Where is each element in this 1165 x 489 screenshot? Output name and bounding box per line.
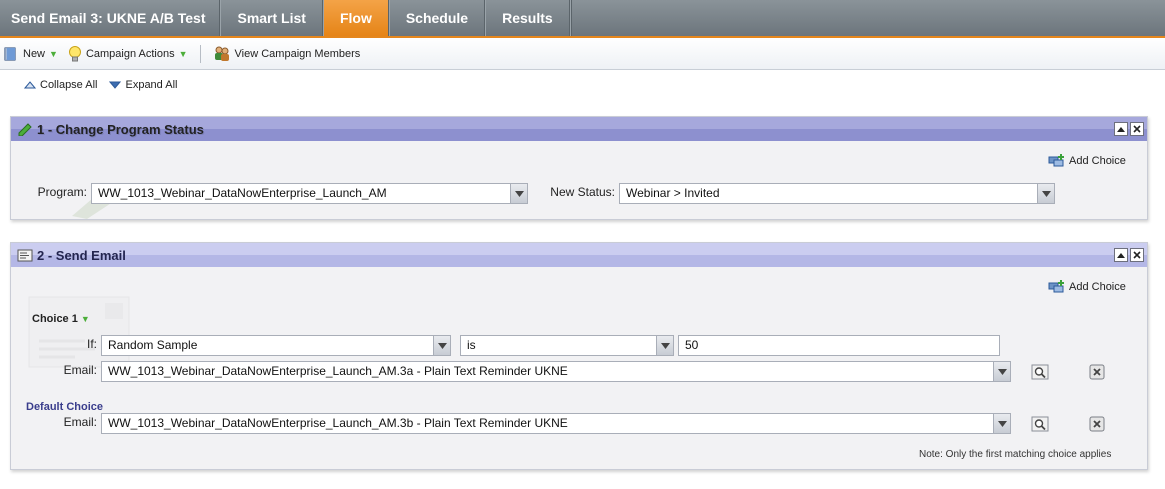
add-choice-label: Add Choice bbox=[1069, 281, 1126, 293]
step-body: Add Choice Choice 1 ▼ If: Random Sample … bbox=[11, 267, 1147, 469]
preview-email-icon[interactable] bbox=[1031, 416, 1049, 432]
collapse-arrow-icon bbox=[24, 81, 36, 89]
choice-1-label: Choice 1 bbox=[32, 313, 78, 325]
sample-percent-input[interactable]: 50 bbox=[678, 335, 1000, 356]
add-choice-button[interactable]: Add Choice bbox=[1048, 280, 1126, 294]
toolbar-divider bbox=[199, 44, 201, 63]
close-icon bbox=[1133, 251, 1141, 259]
move-up-button[interactable] bbox=[1114, 248, 1128, 262]
if-field-select[interactable]: Random Sample bbox=[101, 335, 451, 356]
program-value: WW_1013_Webinar_DataNowEnterprise_Launch… bbox=[98, 186, 387, 200]
new-status-select[interactable]: Webinar > Invited bbox=[619, 183, 1055, 204]
view-campaign-members-button[interactable]: View Campaign Members bbox=[213, 46, 361, 62]
tab-campaign-name[interactable]: Send Email 3: UKNE A/B Test bbox=[0, 0, 221, 36]
choice-1-toggle[interactable]: Choice 1 ▼ bbox=[32, 313, 90, 325]
add-choice-label: Add Choice bbox=[1069, 155, 1126, 167]
step-title: 2 - Send Email bbox=[37, 247, 126, 263]
tab-smart-list[interactable]: Smart List bbox=[220, 0, 323, 36]
step-header-buttons bbox=[1112, 122, 1144, 136]
close-icon bbox=[1133, 125, 1141, 133]
chevron-down-icon bbox=[993, 362, 1010, 381]
book-icon bbox=[4, 47, 16, 60]
flow-step-send-email: 2 - Send Email Add Choice Choice 1 ▼ If:… bbox=[10, 242, 1148, 470]
chevron-down-icon bbox=[656, 336, 673, 355]
members-icon bbox=[214, 46, 229, 61]
caret-up-icon bbox=[1117, 253, 1125, 258]
step-header-buttons bbox=[1112, 248, 1144, 262]
step-header: 1 - Change Program Status bbox=[11, 117, 1147, 141]
tab-bar: Send Email 3: UKNE A/B Test Smart List F… bbox=[0, 0, 1165, 38]
program-label: Program: bbox=[37, 185, 87, 199]
expand-all-label: Expand All bbox=[125, 79, 178, 91]
chevron-down-icon: ▼ bbox=[49, 48, 58, 59]
chevron-down-icon bbox=[433, 336, 450, 355]
email-label: Email: bbox=[63, 363, 97, 377]
delete-step-button[interactable] bbox=[1130, 248, 1144, 262]
lightbulb-icon bbox=[68, 45, 81, 61]
tab-flow[interactable]: Flow bbox=[322, 0, 389, 36]
preview-email-icon[interactable] bbox=[1031, 364, 1049, 380]
toolbar: New ▼ Campaign Actions ▼ View Campaign M… bbox=[0, 38, 1165, 70]
email-icon bbox=[17, 249, 33, 261]
step-body: Add Choice Program: WW_1013_Webinar_Data… bbox=[11, 141, 1147, 219]
delete-step-button[interactable] bbox=[1130, 122, 1144, 136]
move-up-button[interactable] bbox=[1114, 122, 1128, 136]
choice-1-email-value: WW_1013_Webinar_DataNowEnterprise_Launch… bbox=[108, 364, 568, 378]
collapse-all-label: Collapse All bbox=[40, 79, 98, 91]
remove-choice-icon[interactable] bbox=[1088, 416, 1106, 432]
matching-choice-note: Note: Only the first matching choice app… bbox=[919, 449, 1112, 460]
chevron-down-icon: ▼ bbox=[178, 48, 188, 59]
new-menu-button[interactable]: New ▼ bbox=[3, 46, 58, 62]
campaign-actions-label: Campaign Actions bbox=[85, 47, 175, 60]
view-campaign-members-label: View Campaign Members bbox=[234, 47, 361, 60]
program-select[interactable]: WW_1013_Webinar_DataNowEnterprise_Launch… bbox=[91, 183, 528, 204]
chevron-down-icon bbox=[1037, 184, 1054, 203]
tab-bar-end bbox=[569, 0, 572, 36]
expand-all-button[interactable]: Expand All bbox=[109, 79, 177, 91]
chevron-down-icon: ▼ bbox=[80, 314, 90, 324]
collapse-expand-bar: Collapse All Expand All bbox=[24, 79, 189, 91]
email-watermark-icon bbox=[28, 296, 130, 368]
new-status-value: Webinar > Invited bbox=[626, 186, 720, 200]
step-header: 2 - Send Email bbox=[11, 243, 1147, 267]
chevron-down-icon bbox=[993, 414, 1010, 433]
campaign-actions-button[interactable]: Campaign Actions ▼ bbox=[68, 45, 188, 63]
step-title: 1 - Change Program Status bbox=[37, 121, 204, 137]
default-email-label: Email: bbox=[63, 415, 97, 429]
if-label: If: bbox=[86, 337, 97, 351]
new-status-label: New Status: bbox=[550, 185, 615, 199]
flow-step-change-program-status: 1 - Change Program Status Add Choice Pro… bbox=[10, 116, 1148, 220]
operator-select[interactable]: is bbox=[460, 335, 674, 356]
default-choice-label: Default Choice bbox=[26, 401, 104, 413]
default-email-value: WW_1013_Webinar_DataNowEnterprise_Launch… bbox=[108, 416, 568, 430]
tab-results[interactable]: Results bbox=[485, 0, 570, 36]
new-label: New bbox=[23, 47, 46, 60]
operator-value: is bbox=[467, 338, 476, 352]
choice-1-email-select[interactable]: WW_1013_Webinar_DataNowEnterprise_Launch… bbox=[101, 361, 1011, 382]
pencil-icon bbox=[18, 123, 32, 136]
default-email-select[interactable]: WW_1013_Webinar_DataNowEnterprise_Launch… bbox=[101, 413, 1011, 434]
collapse-all-button[interactable]: Collapse All bbox=[24, 79, 97, 91]
remove-choice-icon[interactable] bbox=[1088, 364, 1106, 380]
tab-schedule[interactable]: Schedule bbox=[388, 0, 486, 36]
add-choice-button[interactable]: Add Choice bbox=[1048, 154, 1126, 168]
add-choice-icon bbox=[1048, 154, 1064, 167]
add-choice-icon bbox=[1048, 280, 1064, 293]
if-field-value: Random Sample bbox=[108, 338, 198, 352]
expand-arrow-icon bbox=[109, 81, 122, 89]
chevron-down-icon bbox=[510, 184, 527, 203]
caret-up-icon bbox=[1117, 127, 1125, 132]
